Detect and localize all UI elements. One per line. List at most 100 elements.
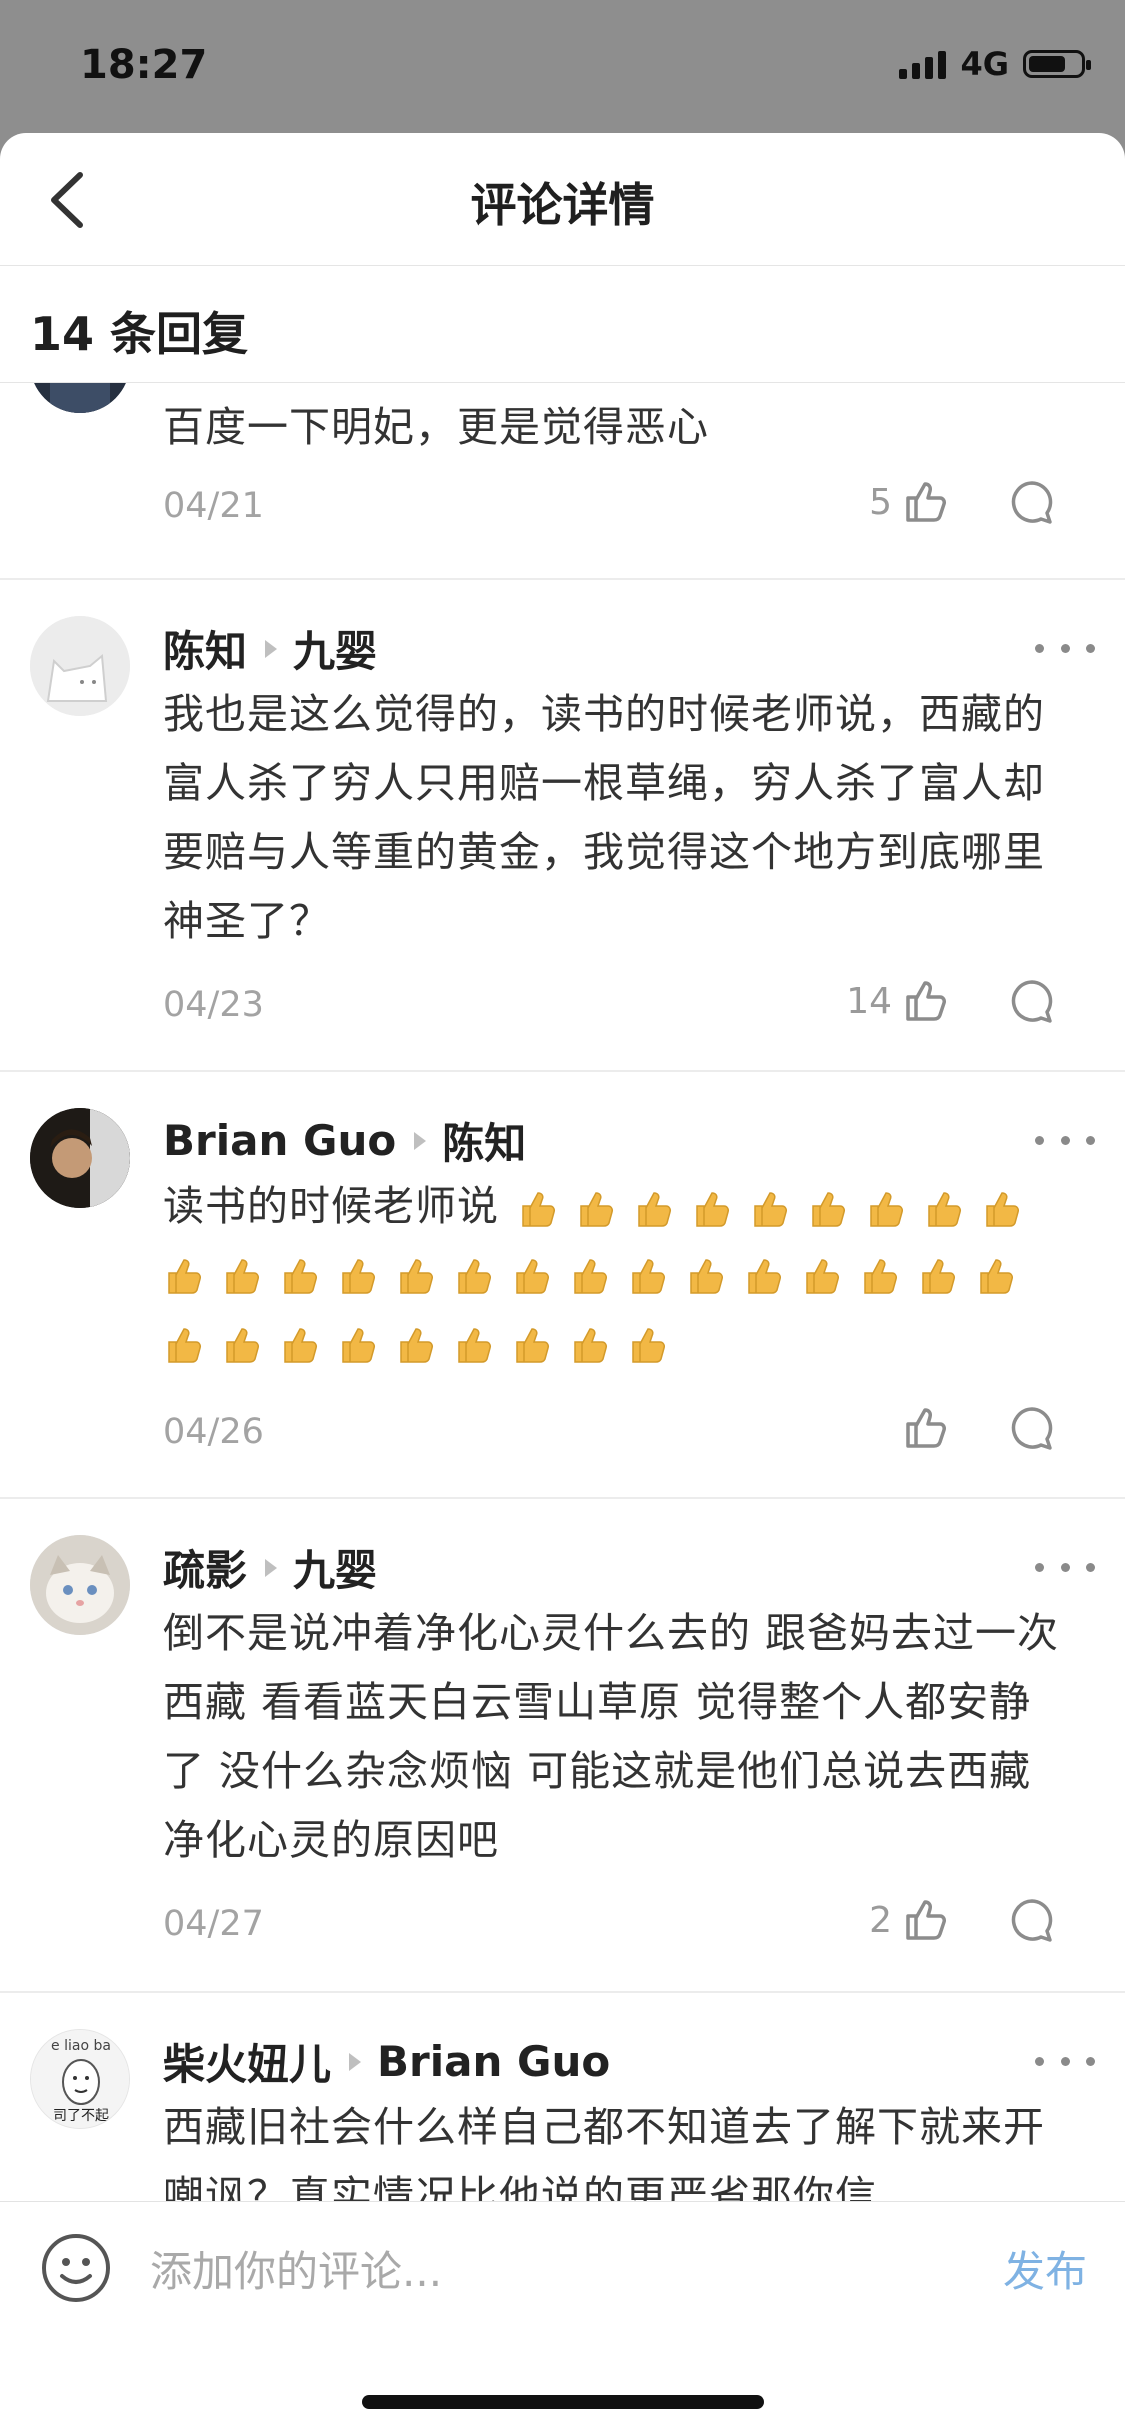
reply-to-username[interactable]: 九婴 <box>293 618 377 679</box>
emoji-run <box>499 1182 1021 1230</box>
emoji-button[interactable] <box>40 2232 112 2304</box>
comment-item: Brian Guo 陈知 读书的时候老师说 04/26 <box>0 1072 1125 1499</box>
comment-sheet: 评论详情 14 条回复 百度一下明妃，更是觉得恶心 04/21 5 陈知 九婴 … <box>0 133 1125 2436</box>
thumbs-up-emoji <box>864 1258 897 1294</box>
thumbs-up-emoji <box>696 1192 729 1227</box>
comment-bubble-icon <box>1011 1899 1053 1942</box>
network-label: 4G <box>960 45 1009 83</box>
reply-to-username[interactable]: 九婴 <box>293 1537 377 1598</box>
thumbs-up-emoji <box>870 1192 903 1227</box>
thumbs-up-emoji <box>226 1258 259 1294</box>
thumbs-up-emoji <box>342 1327 375 1363</box>
battery-icon <box>1023 50 1091 78</box>
comment-header: 疏影 九婴 <box>163 1537 1085 1598</box>
comment-text: 倒不是说冲着净化心灵什么去的 跟爸妈去过一次西藏 看看蓝天白云雪山草原 觉得整个… <box>163 1609 1060 1864</box>
status-bar: 18:27 4G <box>0 0 1125 135</box>
thumbs-up-emoji <box>574 1327 607 1363</box>
reply-arrow-icon <box>265 1558 278 1577</box>
reply-button[interactable] <box>1009 1897 1055 1947</box>
more-options-button[interactable] <box>1035 1130 1095 1150</box>
username[interactable]: 疏影 <box>163 1537 247 1598</box>
thumbs-up-icon <box>906 1408 946 1448</box>
status-time: 18:27 <box>80 42 208 88</box>
thumbs-up-emoji <box>516 1258 549 1294</box>
comment-text: 西藏旧社会什么样自己都不知道去了解下就来开嘲讽？真实情况比他说的更严省那你信 <box>163 2103 1045 2201</box>
thumbs-up-emoji <box>168 1327 201 1363</box>
thumbs-up-icon <box>906 981 946 1021</box>
more-options-button[interactable] <box>1035 1557 1095 1577</box>
username[interactable]: Brian Guo <box>163 1116 396 1165</box>
thumbs-up-emoji <box>516 1327 549 1363</box>
reply-count: 14 条回复 <box>30 307 249 361</box>
nav-bar: 评论详情 <box>0 133 1125 266</box>
comment-item: 百度一下明妃，更是觉得恶心 04/21 5 <box>0 383 1125 580</box>
reply-button[interactable] <box>1009 1405 1055 1455</box>
comment-date: 04/23 <box>163 985 264 1025</box>
more-options-button[interactable] <box>1035 2051 1095 2071</box>
emoji-run <box>163 1310 1085 1379</box>
avatar[interactable] <box>30 1108 130 1208</box>
thumbs-up-emoji <box>522 1192 555 1227</box>
thumbs-up-emoji <box>574 1258 607 1294</box>
thumbs-up-icon <box>906 482 946 522</box>
thumbs-up-emoji <box>580 1192 613 1227</box>
reply-to-username[interactable]: 陈知 <box>442 1110 526 1171</box>
avatar[interactable] <box>30 616 130 716</box>
comment-bubble-icon <box>1011 980 1053 1023</box>
thumbs-up-emoji <box>922 1258 955 1294</box>
thumbs-up-emoji <box>928 1192 961 1227</box>
username[interactable]: 柴火妞儿 <box>163 2031 331 2092</box>
comment-header: 柴火妞儿 Brian Guo <box>163 2031 1085 2092</box>
username[interactable]: 陈知 <box>163 618 247 679</box>
reply-to-username[interactable]: Brian Guo <box>377 2037 610 2086</box>
thumbs-up-emoji <box>168 1258 201 1294</box>
thumbs-up-emoji <box>748 1258 781 1294</box>
avatar-caption-bottom: 司了不起 <box>53 2108 109 2124</box>
avatar[interactable] <box>30 383 130 413</box>
like-button[interactable]: 5 <box>869 478 950 526</box>
reply-arrow-icon <box>349 2052 362 2071</box>
avatar[interactable]: e liao ba 司了不起 <box>30 2029 130 2129</box>
comment-header: 陈知 九婴 <box>163 618 1085 679</box>
thumbs-up-emoji <box>458 1258 491 1294</box>
thumbs-up-emoji <box>342 1258 375 1294</box>
like-button[interactable]: 14 <box>846 977 950 1025</box>
thumbs-up-emoji <box>400 1327 433 1363</box>
reply-arrow-icon <box>414 1131 427 1150</box>
thumbs-up-emoji <box>806 1258 839 1294</box>
like-count: 5 <box>869 481 892 523</box>
thumbs-up-emoji <box>632 1258 665 1294</box>
comment-bubble-icon <box>1011 1407 1053 1450</box>
like-button[interactable] <box>892 1404 950 1452</box>
comment-text: 百度一下明妃，更是觉得恶心 <box>163 403 709 451</box>
like-count: 14 <box>846 980 892 1022</box>
comment-item: 疏影 九婴 倒不是说冲着净化心灵什么去的 跟爸妈去过一次西藏 看看蓝天白云雪山草… <box>0 1499 1125 1993</box>
thumbs-up-emoji <box>632 1327 665 1363</box>
thumbs-up-emoji <box>690 1258 723 1294</box>
thumbs-up-emoji <box>980 1258 1013 1294</box>
avatar-caption-top: e liao ba <box>51 2038 111 2054</box>
comment-list[interactable]: 百度一下明妃，更是觉得恶心 04/21 5 陈知 九婴 我也是这么觉得的，读书的… <box>0 383 1125 2201</box>
thumbs-up-emoji <box>986 1192 1019 1227</box>
avatar[interactable] <box>30 1535 130 1635</box>
thumbs-up-emoji <box>284 1327 317 1363</box>
like-count: 2 <box>869 1899 892 1941</box>
comment-input[interactable]: 添加你的评论... <box>150 2238 442 2299</box>
thumbs-up-emoji <box>400 1258 433 1294</box>
comment-date: 04/26 <box>163 1412 264 1452</box>
thumbs-up-icon <box>906 1900 946 1940</box>
publish-button[interactable]: 发布 <box>1003 2238 1087 2299</box>
page-title: 评论详情 <box>470 178 655 232</box>
smiley-icon <box>42 2234 110 2302</box>
comment-date: 04/27 <box>163 1904 264 1944</box>
comment-header: Brian Guo 陈知 <box>163 1110 1085 1171</box>
like-button[interactable]: 2 <box>869 1896 950 1944</box>
thumbs-up-emoji <box>754 1192 787 1227</box>
reply-button[interactable] <box>1009 479 1055 529</box>
thumbs-up-emoji <box>284 1258 317 1294</box>
home-indicator <box>362 2395 764 2409</box>
comment-item: 陈知 九婴 我也是这么觉得的，读书的时候老师说，西藏的富人杀了穷人只用赔一根草绳… <box>0 580 1125 1072</box>
status-icons: 4G <box>899 45 1091 83</box>
reply-button[interactable] <box>1009 978 1055 1028</box>
more-options-button[interactable] <box>1035 638 1095 658</box>
